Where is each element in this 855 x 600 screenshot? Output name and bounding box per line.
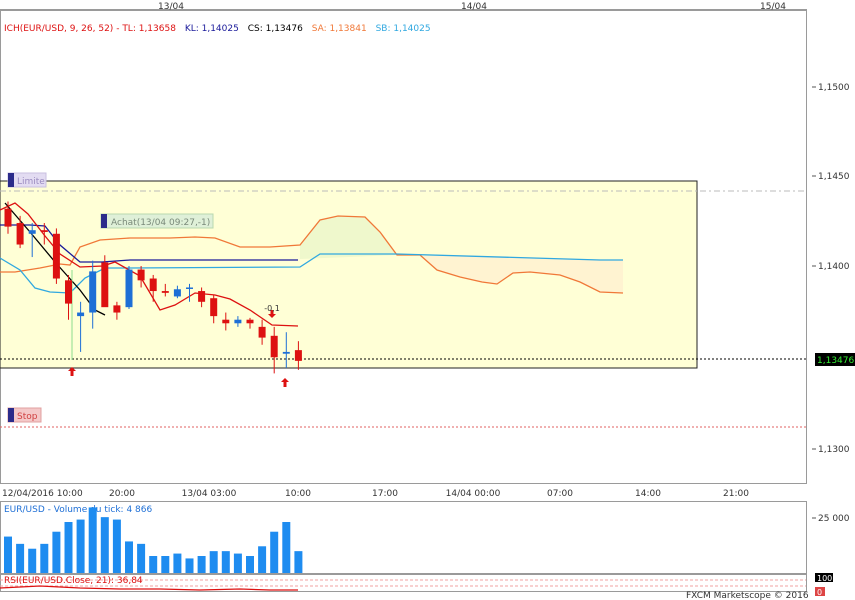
candle-body [198,291,206,302]
volume-bar [294,551,303,573]
volume-header: EUR/USD - Volume du tick: 4 866 [4,505,152,515]
candle-body [173,289,181,297]
cs-value: CS: 1,13476 [248,24,303,34]
candle-body [77,312,85,317]
y-tick-label: 1,1400 [818,262,850,272]
time-label: 12/04/2016 10:00 [2,489,83,499]
candle-body [270,335,278,358]
candle-body [89,271,97,313]
limit-label[interactable]: Limite [7,172,47,188]
sa-value: SA: 1,13841 [312,24,367,34]
stop-label[interactable]: Stop [7,407,42,423]
volume-bar [16,543,25,573]
candle [101,255,109,308]
volume-bar [221,551,230,573]
indicator-header: ICH(EUR/USD, 9, 26, 52) - TL: 1,13658 KL… [4,24,431,34]
candle-body [65,280,72,304]
candle-body [28,230,36,234]
candle-body [16,223,24,245]
volume-bar [64,522,73,573]
top-date-label: 15/04 [760,2,786,12]
top-date-label: 13/04 [158,2,184,12]
y-tick-label: 1,1450 [818,172,850,182]
volume-tick-label: 25 000 [818,514,850,524]
candle [125,266,133,309]
candle-body [246,319,254,324]
candle-body [186,287,193,289]
time-label: 17:00 [372,489,398,499]
candle-body [282,351,290,354]
volume-bar [173,553,182,573]
indicator-name: ICH(EUR/USD, 9, 26, 52) [4,24,113,34]
candle-body [125,269,133,308]
candle-body [101,262,109,308]
tl-value: TL: 1,13658 [121,24,176,34]
candle-body [149,278,157,292]
price-axis: 1,1500 1,1450 1,1400 1,1300 1,13476 [812,83,855,455]
order-label[interactable]: Achat(13/04 09:27,-1) [100,213,214,229]
time-label: 14/04 00:00 [446,489,501,499]
footer-text: FXCM Marketscope © 2016 [686,591,809,600]
candle-body [210,298,218,317]
price-tag-text: 1,13476 [817,356,854,366]
time-label: 10:00 [285,489,311,499]
top-date-label: 14/04 [461,2,487,12]
volume-bar [112,519,121,573]
volume-bar [270,531,279,573]
volume-bar [40,543,49,573]
volume-bar [258,546,267,573]
candle-body [294,350,302,361]
volume-bar [76,519,85,573]
volume-bar [100,517,109,573]
candle-body [234,319,242,324]
time-label: 13/04 03:00 [182,489,237,499]
time-label: 20:00 [109,489,135,499]
candle-body [161,291,169,293]
time-label: 14:00 [635,489,661,499]
volume-bar [209,551,218,573]
candle-body [40,230,48,232]
chart-root: 13/04 14/04 15/04 -0,1 Limite Stop Achat… [0,2,855,600]
limit-label-text: Limite [17,177,45,187]
candle-body [258,326,266,338]
volume-bar [197,556,206,573]
stop-label-text: Stop [17,412,38,422]
kl-value: KL: 1,14025 [185,24,239,34]
volume-bar [185,558,194,573]
candle-body [137,269,145,281]
time-label: 21:00 [723,489,749,499]
order-label-text: Achat(13/04 09:27,-1) [111,218,210,228]
candle-body [222,319,230,324]
y-tick-label: 1,1300 [818,445,850,455]
volume-bar [246,556,254,573]
volume-bar [52,531,61,573]
volume-bar [28,548,37,573]
rsi-tick-label: 0 [817,588,822,597]
rsi-tick-label: 100 [817,574,832,583]
candle [52,228,60,284]
candle-body [113,305,121,313]
volume-bar [233,553,242,573]
volume-bar [4,536,12,573]
y-tick-label: 1,1500 [818,83,850,93]
candle-body [52,233,60,279]
marker-label: -0,1 [264,304,280,313]
time-axis: 12/04/2016 10:00 20:00 13/04 03:00 10:00… [0,483,806,499]
rsi-header: RSI(EUR/USD.Close, 21): 36,84 [4,576,143,586]
volume-bar [149,556,158,573]
candle-body [4,208,12,227]
volume-bar [161,556,170,573]
volume-bar [282,522,291,573]
volume-bar [88,507,97,573]
volume-bar [125,541,133,573]
time-label: 07:00 [547,489,573,499]
volume-bar [137,543,146,573]
sb-value: SB: 1,14025 [376,24,431,34]
